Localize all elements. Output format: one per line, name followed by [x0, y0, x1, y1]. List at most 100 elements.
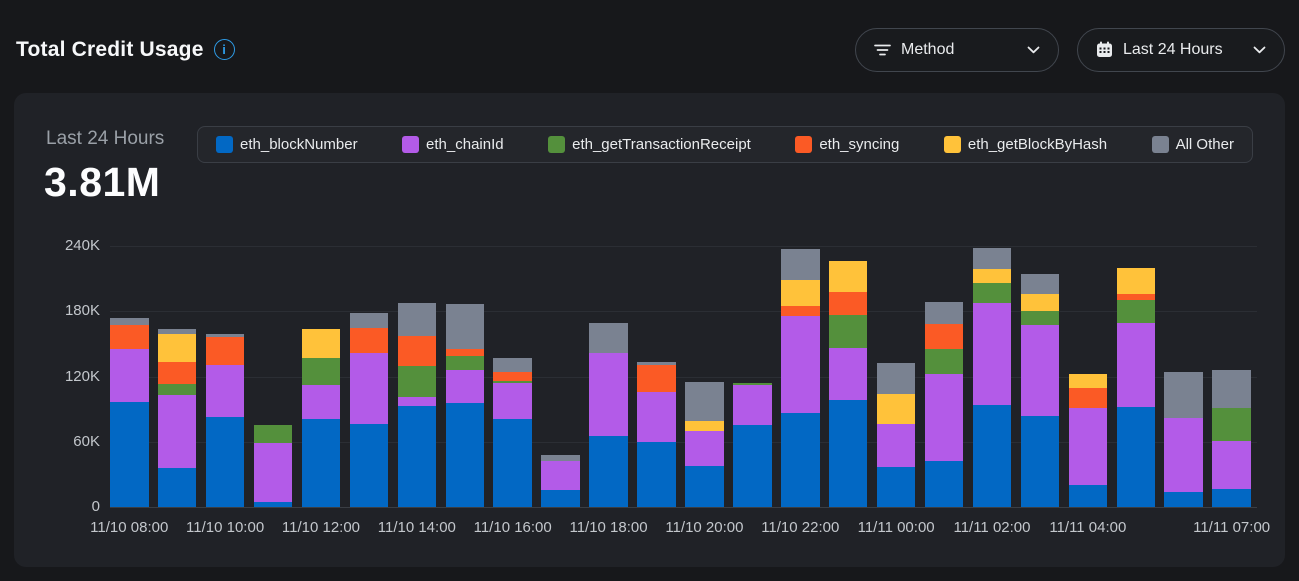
bar-segment-eth_blockNumber[interactable] — [829, 400, 868, 507]
bar-11/11 00:00[interactable] — [877, 363, 916, 507]
bar-segment-eth_getTransactionReceipt[interactable] — [1021, 311, 1060, 325]
bar-11/11 02:00[interactable] — [973, 248, 1012, 507]
bar-segment-eth_getTransactionReceipt[interactable] — [446, 356, 485, 370]
bar-segment-eth_getBlockByHash[interactable] — [1069, 374, 1108, 388]
bar-11/11 01:00[interactable] — [925, 302, 964, 508]
bar-segment-eth_chainId[interactable] — [1069, 408, 1108, 485]
bar-segment-All Other[interactable] — [781, 249, 820, 279]
bar-11/10 14:00[interactable] — [398, 303, 437, 507]
legend-item-eth_syncing[interactable]: eth_syncing — [795, 136, 899, 153]
bar-11/10 17:00[interactable] — [541, 455, 580, 507]
bar-segment-eth_syncing[interactable] — [350, 328, 389, 353]
bar-11/10 11:00[interactable] — [254, 425, 293, 507]
bar-segment-eth_blockNumber[interactable] — [925, 461, 964, 507]
bar-segment-eth_getBlockByHash[interactable] — [781, 280, 820, 306]
bar-segment-eth_blockNumber[interactable] — [781, 413, 820, 507]
bar-segment-eth_syncing[interactable] — [925, 324, 964, 349]
method-filter-button[interactable]: Method — [855, 28, 1059, 72]
bar-11/11 05:00[interactable] — [1117, 268, 1156, 507]
legend-item-All Other[interactable]: All Other — [1152, 136, 1234, 153]
bar-11/10 23:00[interactable] — [829, 261, 868, 507]
bar-segment-eth_blockNumber[interactable] — [350, 424, 389, 507]
bar-segment-eth_getBlockByHash[interactable] — [973, 269, 1012, 283]
bar-segment-eth_getTransactionReceipt[interactable] — [973, 283, 1012, 303]
bar-segment-eth_blockNumber[interactable] — [589, 436, 628, 507]
bar-segment-eth_blockNumber[interactable] — [302, 419, 341, 507]
bar-segment-eth_syncing[interactable] — [206, 337, 245, 364]
bar-segment-All Other[interactable] — [925, 302, 964, 325]
bar-segment-eth_blockNumber[interactable] — [398, 406, 437, 507]
bar-segment-eth_chainId[interactable] — [446, 370, 485, 403]
bar-segment-eth_getTransactionReceipt[interactable] — [302, 358, 341, 385]
bar-11/10 13:00[interactable] — [350, 313, 389, 507]
bar-segment-eth_blockNumber[interactable] — [1164, 492, 1203, 507]
bar-segment-eth_getTransactionReceipt[interactable] — [1117, 300, 1156, 323]
bar-segment-All Other[interactable] — [493, 358, 532, 372]
bar-segment-eth_chainId[interactable] — [493, 383, 532, 419]
bar-segment-eth_syncing[interactable] — [637, 365, 676, 392]
bar-segment-eth_getTransactionReceipt[interactable] — [1212, 408, 1251, 441]
bar-segment-eth_syncing[interactable] — [1069, 388, 1108, 408]
bar-segment-eth_blockNumber[interactable] — [973, 405, 1012, 507]
bar-segment-eth_getTransactionReceipt[interactable] — [158, 384, 197, 395]
bar-segment-eth_getBlockByHash[interactable] — [1117, 268, 1156, 294]
bar-segment-eth_blockNumber[interactable] — [1117, 407, 1156, 507]
bar-segment-eth_syncing[interactable] — [493, 372, 532, 381]
bar-segment-All Other[interactable] — [1021, 274, 1060, 294]
bar-segment-eth_blockNumber[interactable] — [254, 502, 293, 507]
bar-segment-eth_chainId[interactable] — [158, 395, 197, 468]
bar-segment-eth_chainId[interactable] — [398, 397, 437, 406]
bar-segment-eth_chainId[interactable] — [589, 353, 628, 437]
time-range-button[interactable]: Last 24 Hours — [1077, 28, 1285, 72]
bar-segment-All Other[interactable] — [446, 304, 485, 350]
bar-segment-eth_getBlockByHash[interactable] — [877, 394, 916, 424]
bar-segment-eth_chainId[interactable] — [1164, 418, 1203, 492]
bar-11/10 21:00[interactable] — [733, 383, 772, 507]
bar-segment-eth_chainId[interactable] — [733, 385, 772, 425]
bar-segment-eth_chainId[interactable] — [1021, 325, 1060, 415]
bar-segment-eth_blockNumber[interactable] — [733, 425, 772, 507]
bar-segment-eth_getTransactionReceipt[interactable] — [254, 425, 293, 442]
bar-segment-All Other[interactable] — [350, 313, 389, 327]
bar-11/10 15:00[interactable] — [446, 304, 485, 507]
bar-segment-eth_chainId[interactable] — [925, 374, 964, 461]
legend-item-eth_getTransactionReceipt[interactable]: eth_getTransactionReceipt — [548, 136, 751, 153]
bar-segment-eth_blockNumber[interactable] — [1212, 489, 1251, 507]
bar-11/10 22:00[interactable] — [781, 249, 820, 507]
info-icon[interactable]: i — [214, 39, 235, 60]
bar-segment-eth_syncing[interactable] — [781, 306, 820, 316]
bar-segment-All Other[interactable] — [589, 323, 628, 352]
bar-11/10 16:00[interactable] — [493, 358, 532, 507]
bar-segment-eth_getBlockByHash[interactable] — [158, 334, 197, 362]
bar-segment-eth_getBlockByHash[interactable] — [302, 329, 341, 358]
bar-segment-All Other[interactable] — [1212, 370, 1251, 408]
bar-segment-eth_blockNumber[interactable] — [1021, 416, 1060, 507]
bar-segment-eth_chainId[interactable] — [350, 353, 389, 425]
bar-segment-All Other[interactable] — [398, 303, 437, 337]
bar-11/10 10:00[interactable] — [206, 334, 245, 507]
bar-segment-eth_chainId[interactable] — [781, 316, 820, 414]
bar-11/11 07:00[interactable] — [1212, 370, 1251, 507]
bar-11/11 06:00[interactable] — [1164, 372, 1203, 507]
bar-segment-eth_syncing[interactable] — [829, 292, 868, 315]
bar-segment-All Other[interactable] — [110, 318, 149, 326]
bar-11/10 18:00[interactable] — [589, 323, 628, 507]
bar-11/11 04:00[interactable] — [1069, 374, 1108, 507]
bar-segment-eth_blockNumber[interactable] — [110, 402, 149, 507]
bar-segment-All Other[interactable] — [1164, 372, 1203, 418]
bar-segment-eth_getBlockByHash[interactable] — [685, 421, 724, 431]
bar-segment-eth_blockNumber[interactable] — [541, 490, 580, 507]
bar-segment-eth_blockNumber[interactable] — [685, 466, 724, 507]
bar-segment-eth_getTransactionReceipt[interactable] — [829, 315, 868, 349]
bar-segment-eth_chainId[interactable] — [685, 431, 724, 466]
bar-segment-eth_blockNumber[interactable] — [877, 467, 916, 507]
bar-segment-eth_blockNumber[interactable] — [493, 419, 532, 507]
bar-segment-All Other[interactable] — [685, 382, 724, 421]
legend-item-eth_blockNumber[interactable]: eth_blockNumber — [216, 136, 358, 153]
bar-segment-eth_blockNumber[interactable] — [637, 442, 676, 507]
bar-segment-eth_blockNumber[interactable] — [206, 417, 245, 507]
bar-segment-eth_chainId[interactable] — [254, 443, 293, 502]
bar-segment-eth_blockNumber[interactable] — [1069, 485, 1108, 507]
bar-segment-eth_chainId[interactable] — [541, 461, 580, 489]
bar-segment-eth_getBlockByHash[interactable] — [829, 261, 868, 291]
